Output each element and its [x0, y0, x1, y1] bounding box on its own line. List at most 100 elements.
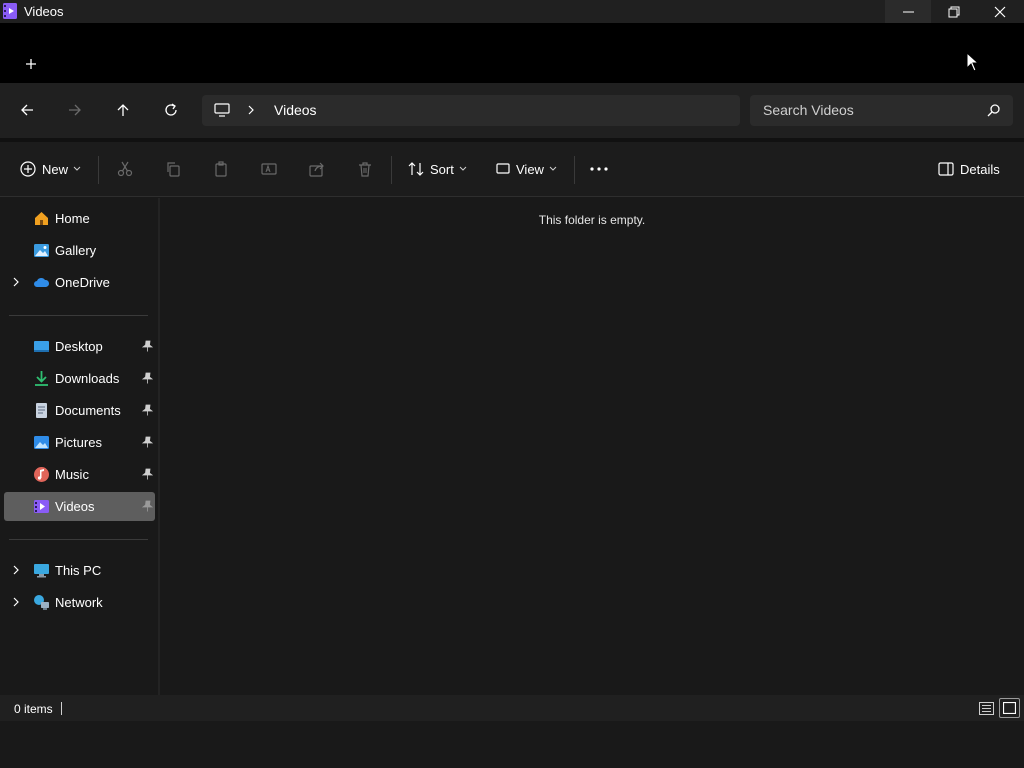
details-label: Details — [960, 161, 1000, 177]
pin-icon[interactable] — [142, 436, 153, 448]
cut-button[interactable] — [111, 156, 139, 182]
sidebar-item-gallery[interactable]: Gallery — [4, 236, 155, 265]
documents-icon — [36, 403, 47, 418]
network-icon — [34, 595, 49, 610]
search-placeholder: Search Videos — [763, 102, 854, 118]
pin-icon[interactable] — [142, 404, 153, 416]
minimize-button[interactable] — [885, 0, 931, 23]
pin-icon[interactable] — [142, 340, 153, 352]
large-icons-view-button[interactable] — [999, 698, 1020, 718]
sidebar-item-videos[interactable]: Videos — [4, 492, 155, 521]
refresh-button[interactable] — [156, 96, 186, 124]
list-view-icon — [979, 701, 994, 715]
breadcrumb-videos[interactable]: Videos — [274, 102, 317, 118]
desktop-icon — [34, 341, 49, 352]
arrow-right-icon — [69, 104, 81, 116]
title-bar: Videos — [0, 0, 1024, 23]
new-tab-button[interactable] — [18, 51, 44, 77]
delete-button[interactable] — [351, 156, 379, 182]
sidebar-item-network[interactable]: Network — [4, 588, 155, 617]
refresh-icon — [165, 103, 177, 116]
navigation-pane: Home Gallery OneDrive Desktop Downloads … — [0, 198, 158, 695]
this-pc-icon — [34, 564, 49, 578]
status-bar: 0 items — [0, 695, 1024, 721]
view-label: View — [516, 161, 544, 177]
address-bar[interactable]: Videos — [202, 95, 740, 126]
close-button[interactable] — [977, 0, 1023, 23]
divider — [9, 315, 148, 316]
sidebar-item-label: Videos — [55, 499, 95, 514]
sidebar-item-onedrive[interactable]: OneDrive — [4, 268, 155, 297]
tab-strip — [0, 23, 1024, 83]
trash-icon — [359, 162, 371, 177]
chevron-right-icon[interactable] — [12, 596, 20, 608]
sidebar-item-music[interactable]: Music — [4, 460, 155, 489]
pin-icon[interactable] — [142, 468, 153, 480]
sort-button[interactable]: Sort — [408, 156, 467, 182]
sidebar-item-downloads[interactable]: Downloads — [4, 364, 155, 393]
onedrive-icon — [34, 277, 50, 287]
restore-button[interactable] — [931, 0, 977, 23]
mouse-cursor-icon — [966, 52, 980, 72]
more-options-button[interactable] — [585, 156, 613, 182]
pin-icon[interactable] — [142, 500, 153, 512]
share-button[interactable] — [303, 156, 331, 182]
sidebar-item-home[interactable]: Home — [4, 204, 155, 233]
sidebar-item-documents[interactable]: Documents — [4, 396, 155, 425]
sidebar-item-label: Downloads — [55, 371, 120, 386]
sidebar-item-pictures[interactable]: Pictures — [4, 428, 155, 457]
more-icon — [590, 167, 608, 171]
details-pane-icon — [938, 162, 954, 176]
computer-icon — [214, 103, 230, 117]
rename-button[interactable] — [255, 156, 283, 182]
search-input[interactable]: Search Videos — [750, 95, 1013, 126]
rename-icon — [261, 163, 277, 175]
navigation-bar: Videos Search Videos — [0, 83, 1024, 138]
divider — [9, 539, 148, 540]
scissors-icon — [117, 161, 133, 177]
window-background — [0, 721, 1024, 768]
sidebar-item-desktop[interactable]: Desktop — [4, 332, 155, 361]
paste-button[interactable] — [207, 156, 235, 182]
search-icon — [987, 104, 1000, 117]
sidebar-item-label: Documents — [55, 403, 121, 418]
details-view-button[interactable] — [977, 699, 996, 717]
view-button[interactable]: View — [496, 156, 557, 182]
sort-icon — [408, 162, 424, 176]
file-list-area[interactable]: This folder is empty. — [160, 198, 1024, 695]
arrow-left-icon — [21, 104, 33, 116]
chevron-right-icon[interactable] — [12, 564, 20, 576]
view-icon — [496, 163, 510, 174]
back-button[interactable] — [12, 96, 42, 124]
chevron-down-icon — [459, 166, 467, 171]
up-button[interactable] — [108, 96, 138, 124]
gallery-icon — [34, 244, 49, 257]
plus-icon — [26, 59, 36, 69]
downloads-icon — [35, 371, 48, 386]
sidebar-item-label: Music — [55, 467, 89, 482]
videos-app-icon — [3, 3, 17, 19]
sidebar-item-label: Network — [55, 595, 103, 610]
plus-circle-icon — [20, 161, 36, 177]
chevron-down-icon — [549, 166, 557, 171]
sort-label: Sort — [430, 161, 454, 177]
sidebar-item-label: Desktop — [55, 339, 103, 354]
divider — [574, 156, 575, 184]
minimize-icon — [902, 11, 914, 12]
chevron-right-icon — [248, 105, 254, 115]
new-button[interactable]: New — [20, 156, 81, 182]
chevron-right-icon[interactable] — [12, 276, 20, 288]
empty-folder-message: This folder is empty. — [538, 213, 646, 227]
forward-button[interactable] — [60, 96, 90, 124]
item-count: 0 items — [14, 702, 53, 716]
command-bar: New Sort View Details — [0, 142, 1024, 197]
sidebar-item-this-pc[interactable]: This PC — [4, 556, 155, 585]
pin-icon[interactable] — [142, 372, 153, 384]
tiles-view-icon — [1003, 702, 1016, 714]
copy-button[interactable] — [159, 156, 187, 182]
details-pane-button[interactable]: Details — [938, 156, 1000, 182]
restore-icon — [948, 6, 960, 17]
sidebar-item-label: This PC — [55, 563, 102, 578]
divider — [61, 702, 62, 715]
share-icon — [309, 162, 324, 177]
